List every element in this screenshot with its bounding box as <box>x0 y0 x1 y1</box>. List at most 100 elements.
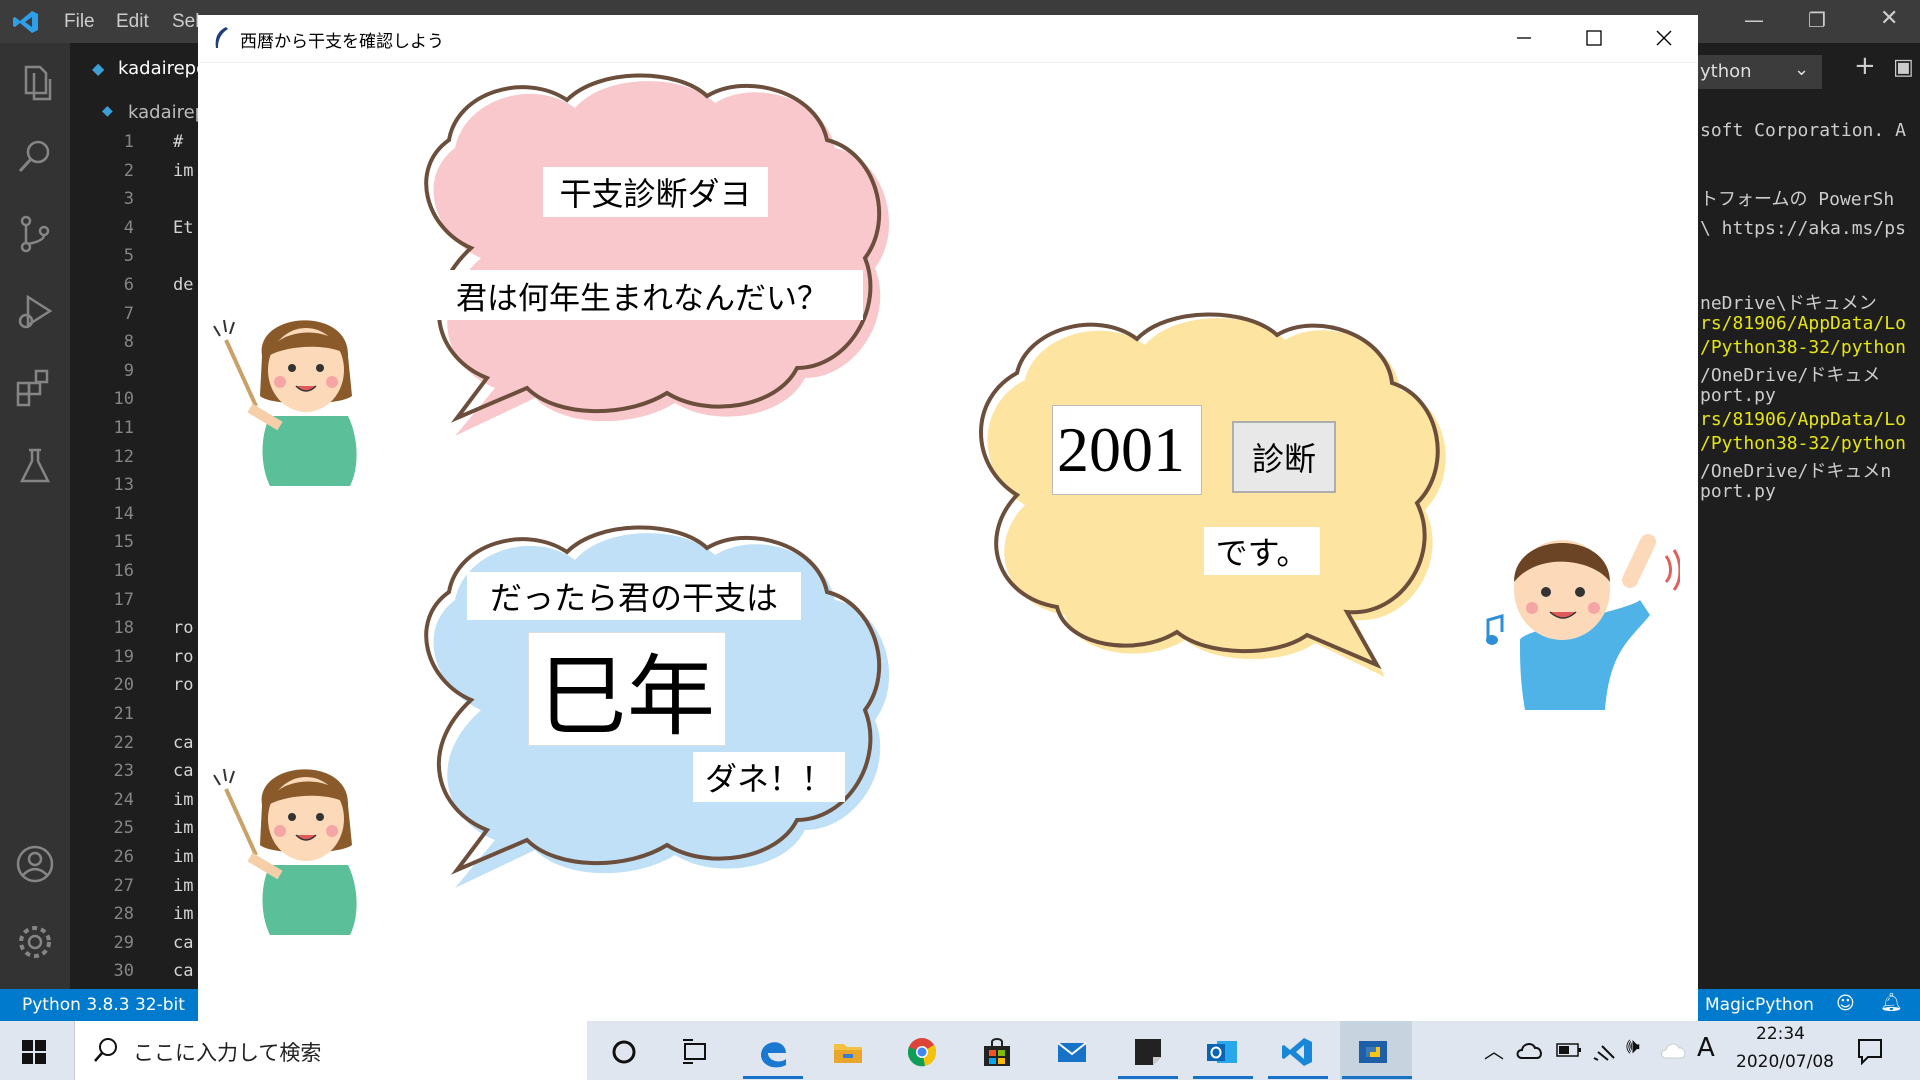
bubble1-question-label: 君は何年生まれなんだい？ <box>421 270 863 320</box>
minimize-button[interactable] <box>1488 15 1558 62</box>
vscode-restore-button[interactable]: ❐ <box>1808 8 1826 32</box>
activity-bar <box>0 43 70 989</box>
menu-file[interactable]: File <box>64 11 95 33</box>
outlook-icon[interactable] <box>1205 1035 1239 1069</box>
code-line[interactable]: # <box>173 132 183 152</box>
result-prefix-label: だったら君の干支は <box>467 572 801 620</box>
clock-date[interactable]: 2020/07/08 <box>1736 1052 1834 1072</box>
menu-edit[interactable]: Edit <box>116 11 149 33</box>
edge-browser-icon[interactable] <box>756 1035 790 1069</box>
code-line[interactable]: ca <box>173 761 193 781</box>
search-placeholder: ここに入力して検索 <box>133 1041 322 1065</box>
code-line[interactable]: ca <box>173 961 193 981</box>
vscode-taskbar-icon[interactable] <box>1280 1035 1314 1069</box>
chrome-browser-icon[interactable] <box>905 1035 939 1069</box>
terminal-line: soft Corporation. A <box>1700 120 1906 141</box>
terminal-line: /OneDrive/ドキュメn <box>1700 461 1892 482</box>
explorer-icon[interactable] <box>14 61 56 103</box>
breadcrumb[interactable]: ◆ kadairep <box>70 99 206 127</box>
mail-icon[interactable] <box>1055 1035 1089 1069</box>
cortana-icon[interactable] <box>607 1035 641 1069</box>
code-line[interactable]: ca <box>173 733 193 753</box>
line-number: 6 <box>123 275 134 295</box>
language-mode-status[interactable]: MagicPython <box>1705 995 1814 1015</box>
breadcrumb-label: kadairep <box>128 102 207 123</box>
search-icon <box>94 1038 117 1062</box>
code-line[interactable]: ro <box>173 675 193 695</box>
terminal-select[interactable]: ython ⌄ <box>1698 55 1822 89</box>
line-number: 14 <box>113 503 134 524</box>
code-line[interactable]: im <box>173 818 193 838</box>
line-number: 2 <box>123 160 134 181</box>
python-tk-app-icon[interactable] <box>1356 1035 1390 1069</box>
add-terminal-icon[interactable]: + <box>1854 51 1876 81</box>
tab-label: kadairepo <box>118 58 208 79</box>
windows-start-icon[interactable] <box>22 1040 46 1064</box>
notification-bell-icon[interactable]: 🔔︎ <box>1880 992 1903 1013</box>
bubble1-title-label: 干支診断ダヨ <box>543 167 768 217</box>
code-line[interactable]: Et <box>173 218 193 238</box>
maximize-button[interactable] <box>1558 15 1628 62</box>
extensions-icon[interactable] <box>14 367 56 409</box>
code-line[interactable]: ro <box>173 647 193 667</box>
tk-titlebar: 西暦から干支を確認しよう <box>198 15 1698 63</box>
clock-time[interactable]: 22:34 <box>1756 1024 1805 1044</box>
account-icon[interactable] <box>14 843 56 885</box>
line-number: 23 <box>113 761 134 782</box>
zodiac-result-label: 巳年 <box>528 632 726 747</box>
ime-indicator[interactable]: A <box>1697 1033 1715 1063</box>
python-file-icon: ◆ <box>102 103 113 119</box>
code-line[interactable]: im <box>173 876 193 896</box>
testing-flask-icon[interactable] <box>14 445 56 487</box>
terminal-select-value: ython <box>1700 61 1752 82</box>
code-line[interactable]: ca <box>173 933 193 953</box>
vscode-minimize-button[interactable]: — <box>1744 8 1764 32</box>
code-line[interactable]: im <box>173 790 193 810</box>
wifi-icon[interactable] <box>1592 1038 1618 1062</box>
feedback-icon[interactable]: ☺ <box>1836 993 1855 1014</box>
terminal-line: /OneDrive/ドキュメ <box>1700 365 1881 386</box>
editor-tab[interactable]: ◆ kadairepo <box>70 43 207 99</box>
source-control-icon[interactable] <box>14 213 56 255</box>
close-button[interactable] <box>1628 15 1698 62</box>
line-number: 10 <box>113 389 134 410</box>
code-line[interactable]: im <box>173 904 193 924</box>
line-number: 17 <box>113 589 134 610</box>
line-number: 20 <box>113 675 134 696</box>
task-view-icon[interactable] <box>679 1035 713 1069</box>
sticky-notes-icon[interactable] <box>1131 1035 1165 1069</box>
code-line[interactable]: im <box>173 847 193 867</box>
outlook-active-indicator <box>1193 1076 1253 1079</box>
line-number: 5 <box>123 246 134 267</box>
chevron-down-icon: ⌄ <box>1794 59 1810 80</box>
menu-selection[interactable]: Sel <box>172 11 199 33</box>
upload-cloud-icon[interactable] <box>1660 1040 1688 1060</box>
diagnose-button[interactable]: 診断 <box>1232 421 1336 493</box>
terminal-line: port.py <box>1700 481 1776 502</box>
terminal-line: /Python38-32/python <box>1700 337 1906 358</box>
line-number: 30 <box>113 961 134 982</box>
code-line[interactable]: im <box>173 161 193 181</box>
code-line[interactable]: de <box>173 275 193 295</box>
volume-icon[interactable]: 🕪︎ <box>1626 1034 1640 1059</box>
vscode-window-controls: — ❐ ✕ <box>1720 0 1920 43</box>
notification-center-icon[interactable] <box>1856 1037 1884 1065</box>
line-number: 4 <box>123 217 134 238</box>
tk-feather-icon <box>215 27 228 48</box>
split-terminal-icon[interactable]: ▣ <box>1893 55 1914 80</box>
search-icon[interactable] <box>14 135 56 177</box>
battery-icon[interactable] <box>1556 1042 1582 1058</box>
code-line[interactable]: ro <box>173 618 193 638</box>
taskbar-search-box[interactable]: ここに入力して検索 <box>74 1021 587 1080</box>
settings-gear-icon[interactable] <box>14 921 56 963</box>
microsoft-store-icon[interactable] <box>980 1035 1014 1069</box>
file-explorer-icon[interactable] <box>831 1035 865 1069</box>
python-interpreter-status[interactable]: Python 3.8.3 32-bit <box>22 995 185 1015</box>
run-debug-icon[interactable] <box>14 291 56 333</box>
sticky-notes-active-indicator <box>1118 1076 1178 1079</box>
chevron-up-icon[interactable]: ︿ <box>1484 1035 1504 1064</box>
onedrive-cloud-icon[interactable] <box>1516 1040 1544 1060</box>
terminal-line: /Python38-32/python <box>1700 433 1906 454</box>
vscode-close-button[interactable]: ✕ <box>1880 6 1898 31</box>
year-input[interactable]: 2001 <box>1052 405 1202 495</box>
